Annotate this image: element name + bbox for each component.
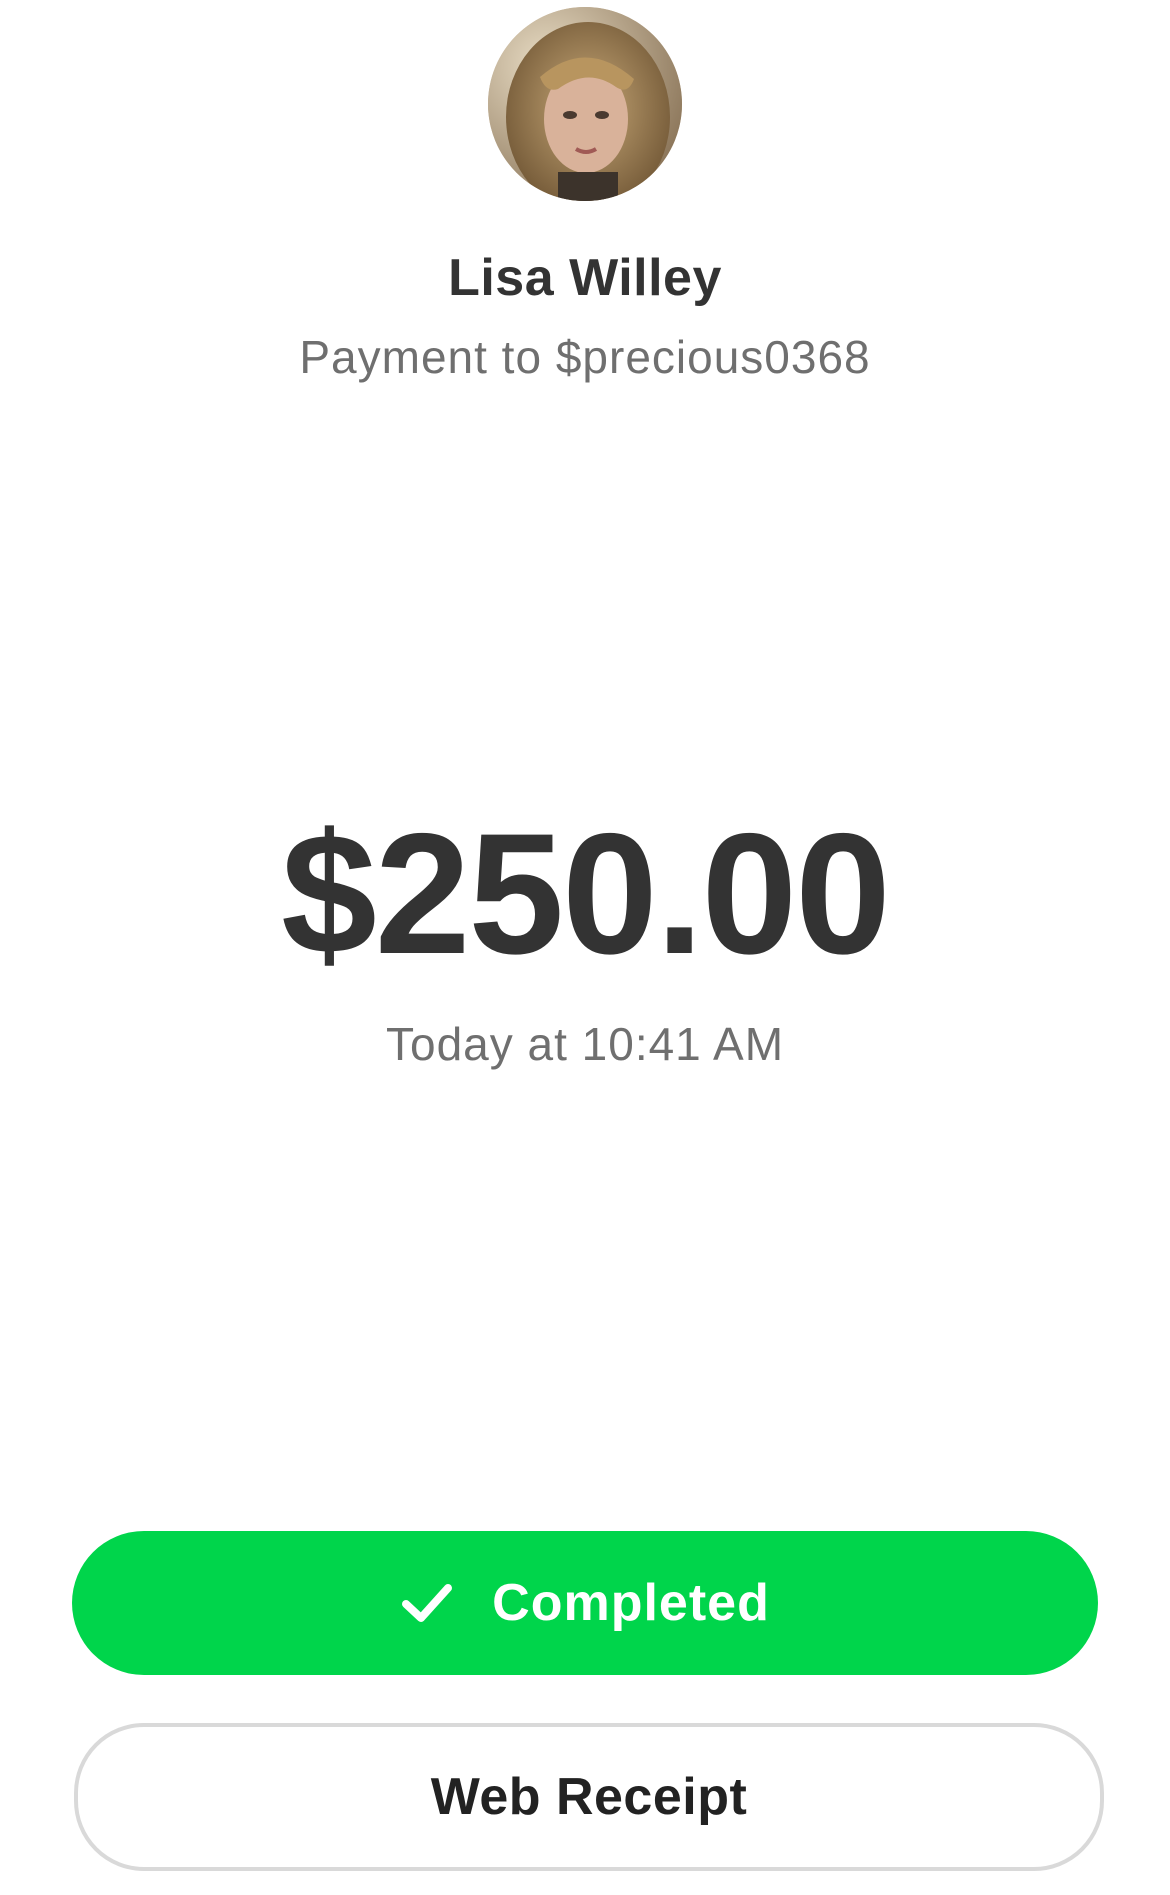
payment-subtitle: Payment to $precious0368	[299, 331, 871, 383]
recipient-name: Lisa Willey	[448, 249, 722, 307]
checkmark-icon	[402, 1584, 453, 1622]
web-receipt-button[interactable]: Web Receipt	[74, 1723, 1104, 1871]
avatar	[488, 7, 682, 201]
payment-timestamp: Today at 10:41 AM	[385, 1018, 785, 1070]
profile-photo	[488, 7, 682, 201]
payment-amount: $250.00	[281, 798, 891, 990]
status-label: Completed	[492, 1574, 770, 1632]
web-receipt-label: Web Receipt	[430, 1768, 748, 1826]
completed-status-button[interactable]: Completed	[72, 1531, 1098, 1675]
